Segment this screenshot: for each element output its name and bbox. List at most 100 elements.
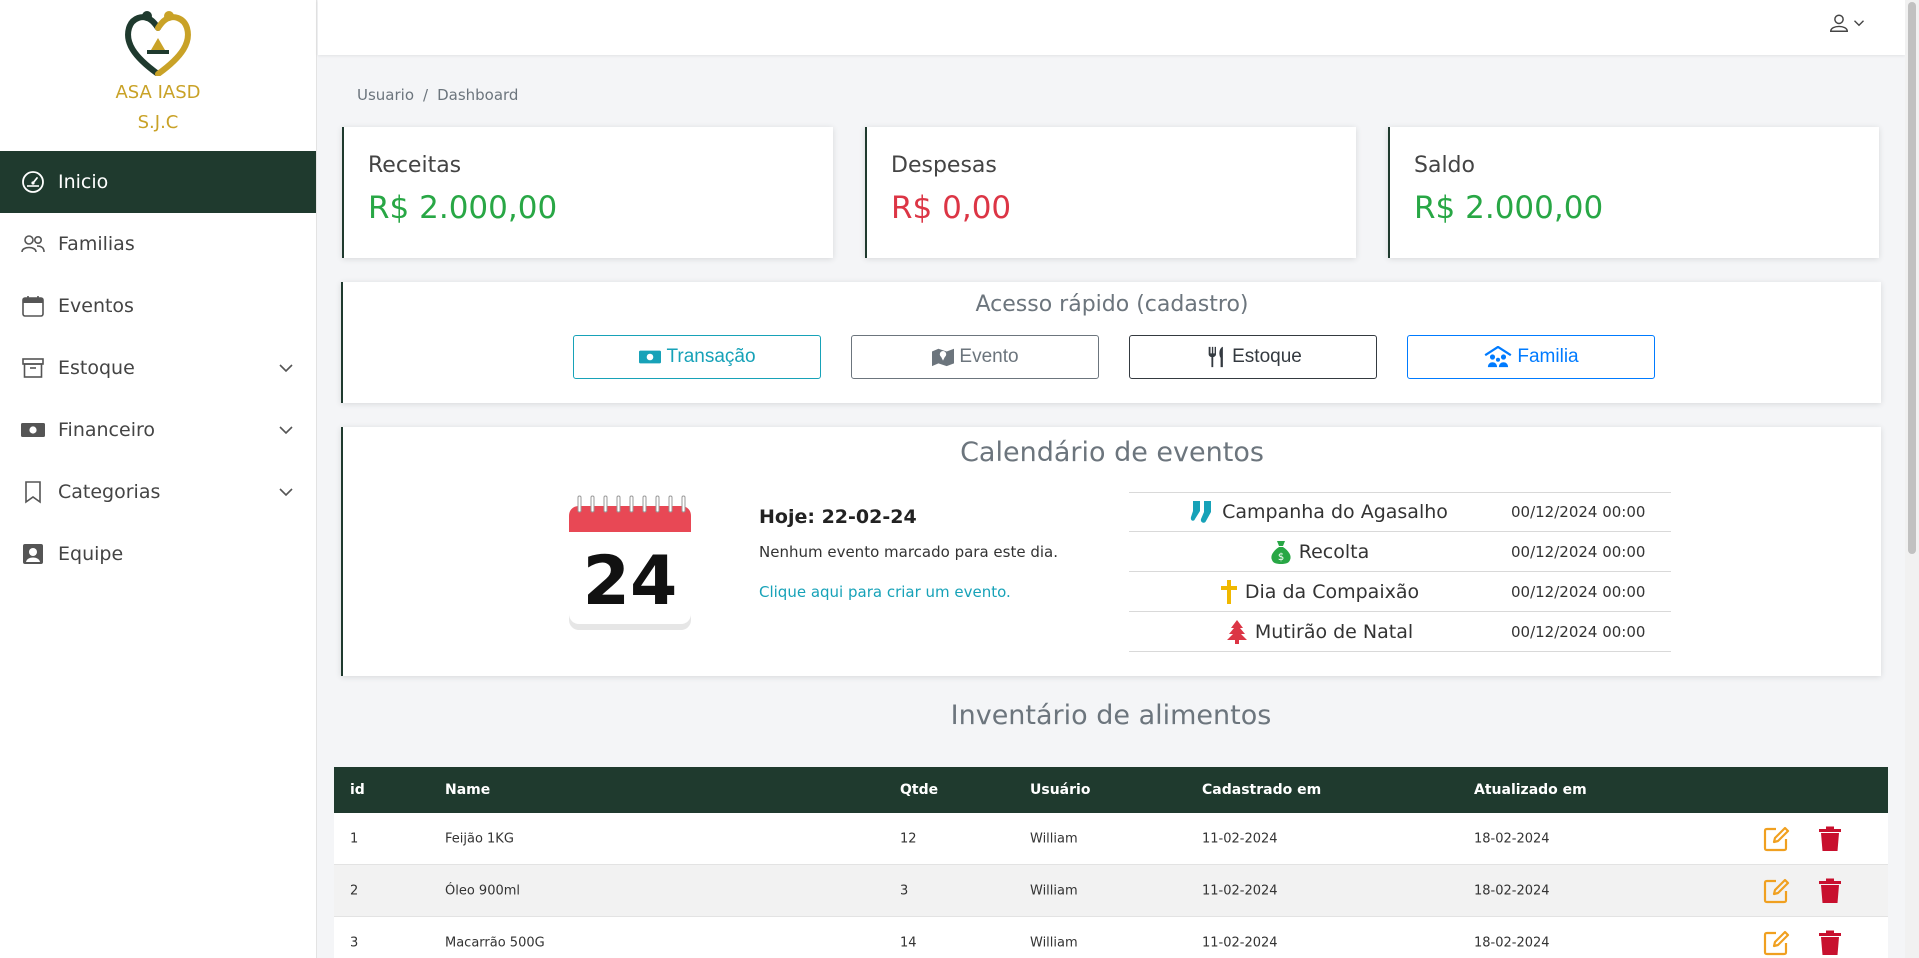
- receitas-card: Receitas R$ 2.000,00: [342, 127, 833, 258]
- family-house-icon: [1484, 346, 1512, 368]
- cell-atualizado: 18-02-2024: [1474, 883, 1550, 898]
- inventory-table: id Name Qtde Usuário Cadastrado em Atual…: [334, 767, 1888, 958]
- event-name: Dia da Compaixão: [1244, 580, 1420, 603]
- utensils-icon: [1208, 346, 1223, 368]
- sidebar-item-familias[interactable]: Familias: [0, 213, 316, 275]
- event-name: Campanha do Agasalho: [1222, 501, 1448, 523]
- user-menu[interactable]: [1828, 12, 1865, 34]
- edit-icon[interactable]: [1762, 825, 1790, 853]
- sidebar-item-estoque[interactable]: Estoque: [0, 337, 316, 399]
- cash-icon: [639, 350, 662, 364]
- breadcrumb-usuario[interactable]: Usuario: [357, 86, 414, 104]
- calendar-title: Calendário de eventos: [960, 437, 1264, 468]
- create-event-link[interactable]: Clique aqui para criar um evento.: [759, 583, 1011, 601]
- socks-icon: [1190, 501, 1212, 523]
- table-row: 1 Feijão 1KG 12 William 11-02-2024 18-02…: [334, 813, 1888, 865]
- event-row[interactable]: Campanha do Agasalho 00/12/2024 00:00: [1129, 492, 1671, 532]
- bookmark-icon: [20, 479, 46, 505]
- event-date: 00/12/2024 00:00: [1511, 503, 1646, 521]
- heart-logo-icon: [125, 11, 191, 76]
- event-row[interactable]: Dia da Compaixão 00/12/2024 00:00: [1129, 572, 1671, 612]
- stat-value: R$ 0,00: [891, 190, 1012, 226]
- inventory-title: Inventário de alimentos: [950, 700, 1272, 731]
- sidebar-item-financeiro[interactable]: Financeiro: [0, 399, 316, 461]
- calendar-icon: [20, 293, 46, 319]
- trash-icon[interactable]: [1818, 930, 1842, 956]
- button-label: Estoque: [1232, 346, 1302, 367]
- events-calendar-panel: Calendário de eventos 24 Hoje: 22-02-24 …: [341, 427, 1881, 676]
- user-icon: [1830, 14, 1848, 32]
- cell-id: 1: [350, 831, 359, 846]
- svg-text:$: $: [1278, 552, 1284, 563]
- edit-icon[interactable]: [1762, 877, 1790, 905]
- table-row: 2 Óleo 900ml 3 William 11-02-2024 18-02-…: [334, 865, 1888, 917]
- column-header-id[interactable]: id: [350, 782, 365, 798]
- edit-icon[interactable]: [1762, 929, 1790, 957]
- scrollbar-thumb[interactable]: [1908, 2, 1916, 554]
- event-date: 00/12/2024 00:00: [1511, 582, 1646, 601]
- add-estoque-button[interactable]: Estoque: [1129, 335, 1377, 379]
- sidebar-item-label: Familias: [58, 233, 135, 255]
- event-date: 00/12/2024 00:00: [1511, 622, 1646, 641]
- brand-name: ASA IASD: [115, 82, 201, 103]
- button-label: Evento: [959, 346, 1019, 367]
- breadcrumb-current: Dashboard: [437, 86, 519, 104]
- sidebar-item-categorias[interactable]: Categorias: [0, 461, 316, 523]
- column-header-atualizado[interactable]: Atualizado em: [1474, 782, 1587, 798]
- cross-icon: [1220, 579, 1237, 604]
- table-row: 3 Macarrão 500G 14 William 11-02-2024 18…: [334, 917, 1888, 958]
- users-icon: [20, 231, 46, 257]
- cell-usuario: William: [1030, 831, 1078, 846]
- breadcrumb-separator: /: [423, 86, 429, 104]
- cash-icon: [20, 417, 46, 443]
- sidebar-item-label: Categorias: [58, 481, 161, 503]
- event-row[interactable]: $ Recolta 00/12/2024 00:00: [1129, 532, 1671, 572]
- stat-title: Receitas: [368, 153, 462, 178]
- dashboard-icon: [20, 169, 46, 195]
- sidebar-item-eventos[interactable]: Eventos: [0, 275, 316, 337]
- sidebar-item-equipe[interactable]: Equipe: [0, 523, 316, 585]
- column-header-name[interactable]: Name: [445, 782, 490, 798]
- cell-name: Macarrão 500G: [445, 935, 545, 950]
- cell-name: Óleo 900ml: [445, 883, 521, 898]
- sidebar-item-label: Financeiro: [58, 419, 155, 441]
- chevron-down-icon[interactable]: [278, 484, 294, 500]
- stat-title: Saldo: [1414, 153, 1475, 178]
- person-badge-icon: [20, 541, 46, 567]
- cell-usuario: William: [1030, 935, 1078, 950]
- svg-text:24: 24: [583, 542, 678, 621]
- chevron-down-icon: [1854, 20, 1864, 27]
- trash-icon[interactable]: [1818, 878, 1842, 904]
- column-header-qtde[interactable]: Qtde: [900, 782, 938, 798]
- sidebar-item-inicio[interactable]: Inicio: [0, 151, 316, 213]
- quick-access-panel: Acesso rápido (cadastro) Transação Event…: [341, 282, 1881, 403]
- stat-title: Despesas: [891, 153, 997, 178]
- brand-logo[interactable]: ASA IASD S.J.C: [0, 0, 316, 151]
- trash-icon[interactable]: [1818, 826, 1842, 852]
- chevron-down-icon[interactable]: [278, 422, 294, 438]
- money-bag-icon: $: [1271, 540, 1291, 564]
- cell-qtde: 12: [900, 831, 917, 846]
- column-header-cadastrado[interactable]: Cadastrado em: [1202, 782, 1321, 798]
- add-familia-button[interactable]: Familia: [1407, 335, 1655, 379]
- cell-atualizado: 18-02-2024: [1474, 831, 1550, 846]
- sidebar-item-label: Equipe: [58, 543, 124, 565]
- cell-cadastrado: 11-02-2024: [1202, 831, 1278, 846]
- today-date: Hoje: 22-02-24: [759, 506, 917, 528]
- events-list: Campanha do Agasalho 00/12/2024 00:00 $ …: [1129, 492, 1671, 652]
- cell-name: Feijão 1KG: [445, 831, 514, 846]
- add-transacao-button[interactable]: Transação: [573, 335, 821, 379]
- column-header-usuario[interactable]: Usuário: [1030, 782, 1090, 798]
- archive-icon: [20, 355, 46, 381]
- cell-qtde: 3: [900, 883, 909, 898]
- cell-atualizado: 18-02-2024: [1474, 935, 1550, 950]
- cell-id: 3: [350, 935, 359, 950]
- cell-usuario: William: [1030, 883, 1078, 898]
- event-date: 00/12/2024 00:00: [1511, 542, 1646, 561]
- add-evento-button[interactable]: Evento: [851, 335, 1099, 379]
- event-row[interactable]: Mutirão de Natal 00/12/2024 00:00: [1129, 612, 1671, 652]
- chevron-down-icon[interactable]: [278, 360, 294, 376]
- scrollbar[interactable]: [1905, 0, 1919, 958]
- event-name: Mutirão de Natal: [1254, 620, 1414, 643]
- stat-value: R$ 2.000,00: [368, 190, 558, 226]
